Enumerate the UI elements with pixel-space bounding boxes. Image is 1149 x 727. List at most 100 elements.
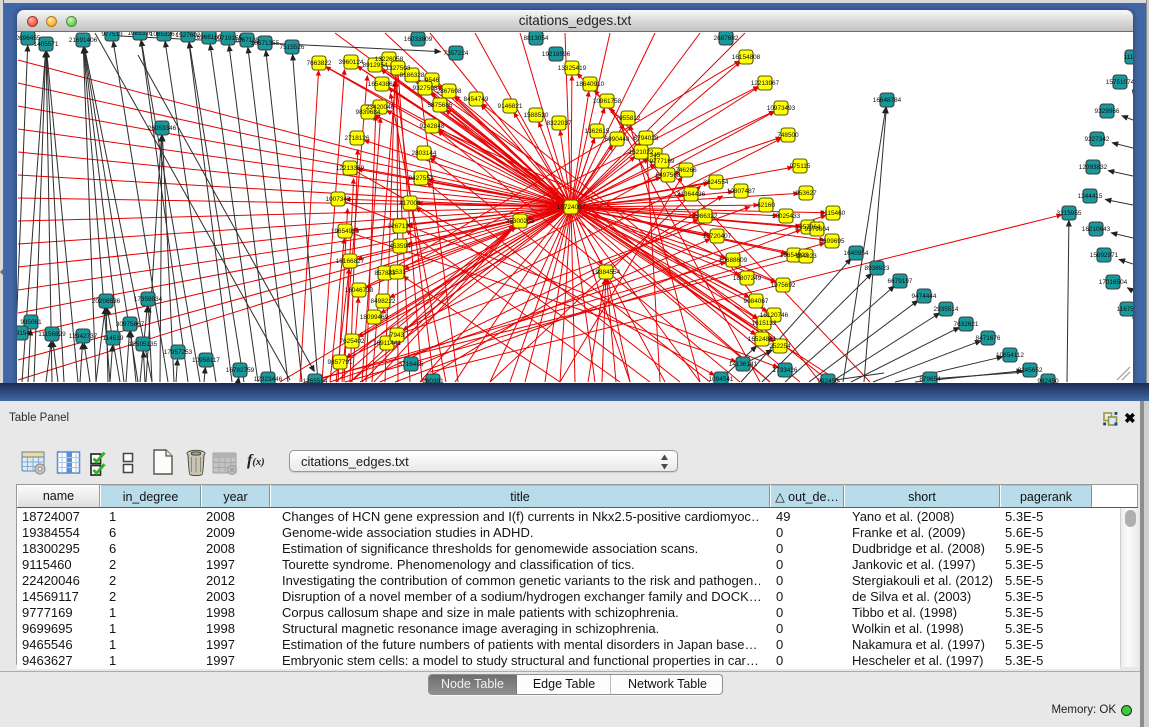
svg-text:977513: 977513 — [101, 32, 123, 38]
svg-text:18099469: 18099469 — [360, 314, 389, 321]
svg-text:9546: 9546 — [425, 77, 440, 84]
svg-text:15692971: 15692971 — [1090, 252, 1119, 259]
svg-text:8471676: 8471676 — [976, 335, 1001, 342]
svg-text:1007343: 1007343 — [326, 196, 351, 203]
svg-text:194923: 194923 — [795, 253, 817, 260]
svg-text:10688609: 10688609 — [719, 257, 748, 264]
svg-text:1244415: 1244415 — [1078, 193, 1103, 200]
svg-text:15751074: 15751074 — [1106, 79, 1133, 86]
svg-text:9327508: 9327508 — [413, 85, 438, 92]
svg-text:10961758: 10961758 — [593, 98, 622, 105]
svg-text:8912954: 8912954 — [363, 62, 388, 69]
svg-text:16782759: 16782759 — [226, 367, 255, 374]
svg-text:1362615: 1362615 — [585, 128, 610, 135]
svg-text:5875685: 5875685 — [428, 102, 453, 109]
svg-text:11172: 11172 — [1124, 54, 1133, 61]
svg-text:26053346: 26053346 — [148, 125, 177, 132]
svg-text:11156829: 11156829 — [38, 331, 66, 338]
svg-text:17957253: 17957253 — [164, 349, 193, 356]
svg-text:1405571: 1405571 — [34, 41, 59, 48]
svg-text:7943: 7943 — [390, 332, 405, 339]
svg-text:453594: 453594 — [389, 243, 411, 250]
svg-text:8322037: 8322037 — [547, 120, 572, 127]
svg-text:935061: 935061 — [20, 319, 42, 326]
svg-text:6990448: 6990448 — [605, 136, 630, 143]
svg-text:16648784: 16648784 — [873, 97, 902, 104]
svg-text:12942737: 12942737 — [69, 333, 98, 340]
svg-text:953627: 953627 — [795, 190, 817, 197]
svg-text:1615132: 1615132 — [752, 320, 777, 327]
svg-text:13226058: 13226058 — [375, 56, 404, 63]
svg-text:9146821: 9146821 — [498, 103, 523, 110]
svg-text:3624554: 3624554 — [704, 179, 729, 186]
svg-text:7663822: 7663822 — [307, 60, 332, 67]
svg-text:19384554: 19384554 — [592, 269, 621, 276]
svg-text:9242848: 9242848 — [420, 123, 445, 130]
svg-text:879654: 879654 — [919, 376, 941, 383]
svg-text:16033809: 16033809 — [404, 36, 433, 43]
svg-text:975115: 975115 — [790, 163, 811, 170]
svg-text:6794028: 6794028 — [634, 135, 659, 142]
svg-text:9329966: 9329966 — [1095, 108, 1120, 115]
svg-text:1094541: 1094541 — [709, 376, 734, 383]
svg-text:252254: 252254 — [769, 343, 791, 350]
svg-text:18640910: 18640910 — [576, 81, 605, 88]
svg-text:1640954: 1640954 — [844, 250, 869, 257]
svg-text:17016504: 17016504 — [1099, 279, 1128, 286]
svg-text:12213369: 12213369 — [336, 165, 365, 172]
svg-text:7632621: 7632621 — [954, 321, 979, 328]
svg-text:116753: 116753 — [1117, 306, 1133, 313]
svg-text:114519: 114519 — [103, 335, 124, 342]
svg-text:9699695: 9699695 — [820, 238, 845, 245]
svg-text:7986322: 7986322 — [693, 213, 718, 220]
svg-text:2935514: 2935514 — [934, 306, 959, 313]
svg-text:8813054: 8813054 — [524, 35, 549, 42]
svg-text:417006: 417006 — [399, 200, 421, 207]
svg-text:3215955: 3215955 — [1057, 210, 1082, 217]
svg-text:9115460: 9115460 — [821, 210, 846, 217]
svg-text:1975692: 1975692 — [771, 282, 796, 289]
svg-text:16154808: 16154808 — [732, 54, 761, 61]
svg-text:3716485: 3716485 — [399, 361, 424, 368]
svg-text:10671355: 10671355 — [251, 40, 280, 47]
svg-text:18807249: 18807249 — [733, 275, 762, 282]
svg-text:2718126: 2718126 — [345, 135, 370, 142]
svg-text:10025433: 10025433 — [772, 213, 801, 220]
svg-text:17359934: 17359934 — [134, 296, 163, 303]
svg-text:8938923: 8938923 — [865, 265, 890, 272]
svg-text:21364436: 21364436 — [677, 191, 706, 198]
svg-text:18724007: 18724007 — [557, 204, 586, 211]
svg-text:16543862: 16543862 — [368, 81, 397, 88]
svg-text:12505135: 12505135 — [129, 341, 158, 348]
svg-text:9839684: 9839684 — [356, 109, 381, 116]
svg-text:3960124: 3960124 — [339, 59, 364, 66]
svg-text:9474444: 9474444 — [912, 293, 937, 300]
svg-text:15720407: 15720407 — [703, 233, 732, 240]
svg-text:748500: 748500 — [777, 132, 799, 139]
svg-text:16046738: 16046738 — [345, 287, 374, 294]
svg-text:2687682: 2687682 — [714, 35, 739, 42]
svg-text:30975867: 30975867 — [116, 321, 145, 328]
svg-text:12213967: 12213967 — [751, 80, 780, 87]
svg-text:1733426: 1733426 — [773, 367, 798, 374]
svg-text:10853267: 10853267 — [150, 32, 179, 38]
svg-text:16911441: 16911441 — [373, 340, 401, 347]
svg-text:20206536: 20206536 — [92, 298, 121, 305]
svg-text:16210643: 16210643 — [1082, 226, 1111, 233]
svg-text:14136141: 14136141 — [729, 361, 758, 368]
svg-text:13325419: 13325419 — [558, 65, 587, 72]
svg-text:62160: 62160 — [757, 202, 775, 209]
svg-text:10958117: 10958117 — [192, 357, 220, 364]
svg-text:25300203: 25300203 — [506, 218, 535, 225]
svg-text:8186328: 8186328 — [400, 72, 425, 79]
svg-text:6679197: 6679197 — [888, 278, 913, 285]
svg-text:10654112: 10654112 — [996, 352, 1024, 359]
svg-text:39154: 39154 — [17, 330, 30, 337]
svg-text:9857791: 9857791 — [328, 359, 353, 366]
svg-text:1327503: 1327503 — [386, 65, 411, 72]
svg-text:7955812: 7955812 — [616, 115, 641, 122]
svg-text:8498222: 8498222 — [371, 298, 396, 305]
svg-text:19654923: 19654923 — [331, 228, 360, 235]
svg-text:6497568: 6497568 — [656, 172, 681, 179]
svg-text:10973493: 10973493 — [767, 105, 796, 112]
